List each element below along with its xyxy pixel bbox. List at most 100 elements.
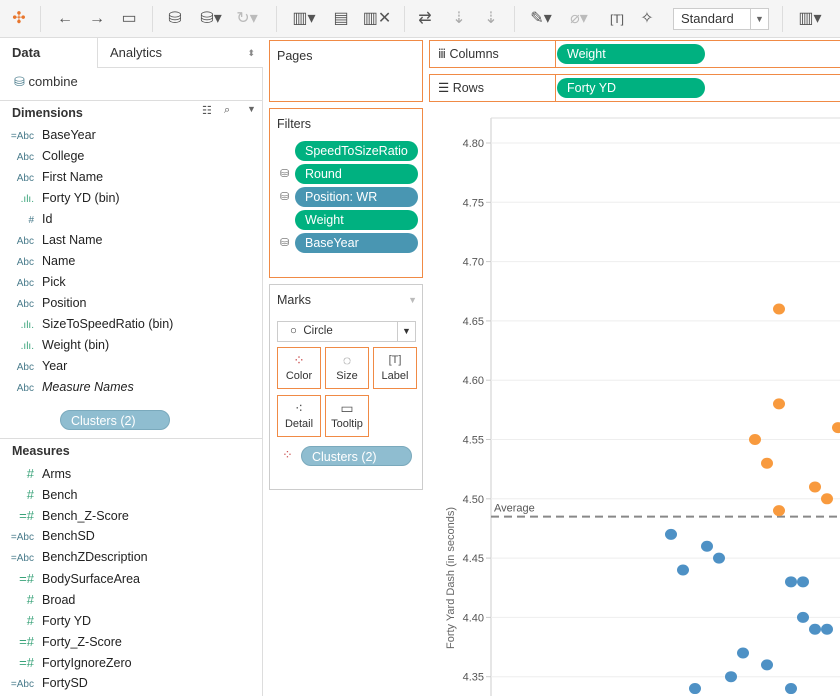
filter-pill[interactable]: Position: WR: [295, 187, 418, 207]
size-button[interactable]: ◌ Size: [325, 347, 369, 389]
tableau-logo-icon[interactable]: ✣: [8, 8, 30, 30]
data-point-cluster-1[interactable]: [677, 564, 689, 576]
highlight-icon[interactable]: ✎▾: [526, 8, 556, 30]
color-icon: ⁘: [293, 352, 305, 368]
dimension-field[interactable]: # Id: [0, 209, 52, 230]
filter-pill[interactable]: Round: [295, 164, 418, 184]
data-point-cluster-2[interactable]: [773, 303, 785, 315]
measure-field[interactable]: =# Forty_Z-Score: [0, 631, 122, 652]
pages-shelf[interactable]: Pages: [269, 40, 423, 102]
dimension-label: BaseYear: [42, 128, 96, 142]
list-view-icon[interactable]: ☷: [202, 104, 212, 117]
data-point-cluster-1[interactable]: [689, 683, 701, 695]
sort-descending-icon[interactable]: ⇣: [480, 8, 502, 30]
dimension-field[interactable]: Abc Name: [0, 251, 76, 272]
filters-shelf[interactable]: Filters SpeedToSizeRatio ⛁ Round ⛁ Position: …: [269, 108, 423, 278]
swap-icon[interactable]: ⇄: [414, 8, 436, 30]
data-point-cluster-1[interactable]: [725, 671, 737, 683]
tab-data[interactable]: Data: [0, 38, 97, 68]
measure-field[interactable]: =Abc FortySD: [0, 673, 88, 694]
dimension-field[interactable]: Abc Year: [0, 356, 68, 377]
data-point-cluster-1[interactable]: [797, 576, 809, 588]
duplicate-sheet-icon[interactable]: ▤: [330, 8, 352, 30]
tab-analytics[interactable]: Analytics ⬍: [97, 38, 263, 68]
save-icon[interactable]: ▭: [118, 8, 140, 30]
data-point-cluster-2[interactable]: [832, 422, 840, 434]
data-point-cluster-2[interactable]: [773, 505, 785, 517]
new-worksheet-icon[interactable]: ▥▾: [288, 8, 320, 30]
dimension-field[interactable]: Abc Position: [0, 293, 87, 314]
dimension-label: Position: [42, 296, 87, 310]
string-type-icon: =Abc: [10, 679, 34, 690]
dimension-field[interactable]: =Abc BaseYear: [0, 125, 96, 146]
datasource[interactable]: ⛁ combine: [14, 74, 78, 90]
data-point-cluster-1[interactable]: [785, 576, 797, 588]
dimension-field[interactable]: Abc College: [0, 146, 85, 167]
sort-ascending-icon[interactable]: ⇣: [448, 8, 470, 30]
new-datasource-icon[interactable]: ⛁: [164, 8, 186, 30]
label-button[interactable]: [T] Label: [373, 347, 417, 389]
dimension-field[interactable]: Abc Measure Names: [0, 377, 134, 398]
data-point-cluster-2[interactable]: [761, 457, 773, 469]
dimension-field[interactable]: Abc Pick: [0, 272, 66, 293]
menu-chevron-icon[interactable]: ▼: [247, 104, 256, 114]
labels-icon[interactable]: [T]: [606, 8, 628, 30]
columns-shelf[interactable]: ⅲ Columns Weight: [429, 40, 840, 68]
measure-field[interactable]: =# BodySurfaceArea: [0, 568, 140, 589]
redo-icon[interactable]: →: [86, 8, 108, 30]
data-point-cluster-2[interactable]: [773, 398, 785, 410]
data-point-cluster-1[interactable]: [713, 552, 725, 564]
pin-axes-icon[interactable]: ✧: [636, 8, 658, 30]
rows-forty-pill[interactable]: Forty YD: [557, 78, 705, 98]
data-point-cluster-1[interactable]: [797, 611, 809, 623]
undo-icon[interactable]: ←: [54, 8, 76, 30]
show-me-icon[interactable]: ▥▾: [794, 8, 826, 30]
datasource-filter-icon: ⛁: [280, 237, 290, 249]
dimensions-title: Dimensions: [12, 106, 83, 120]
group-icon[interactable]: ⌀▾: [564, 8, 594, 30]
refresh-icon[interactable]: ↻▾: [232, 8, 262, 30]
clear-sheet-icon[interactable]: ▥✕: [360, 8, 394, 30]
dimension-field[interactable]: Abc First Name: [0, 167, 103, 188]
dimension-field[interactable]: Abc Last Name: [0, 230, 103, 251]
mark-type-select[interactable]: ○ Circle ▼: [277, 321, 416, 342]
pause-updates-icon[interactable]: ⛁▾: [196, 8, 226, 30]
data-point-cluster-1[interactable]: [821, 623, 833, 635]
measure-field[interactable]: # Bench: [0, 484, 78, 505]
measure-field[interactable]: # Broad: [0, 589, 76, 610]
measure-field[interactable]: =# Bench_Z-Score: [0, 505, 129, 526]
detail-label: Detail: [284, 418, 314, 430]
measure-field[interactable]: # Forty YD: [0, 610, 91, 631]
filter-pill[interactable]: Weight: [295, 210, 418, 230]
tooltip-button[interactable]: ▭ Tooltip: [325, 395, 369, 437]
color-clusters-pill[interactable]: Clusters (2): [301, 446, 412, 466]
data-point-cluster-1[interactable]: [809, 623, 821, 635]
measure-field[interactable]: =Abc BenchSD: [0, 526, 95, 547]
dimension-field[interactable]: .ılı. SizeToSpeedRatio (bin): [0, 314, 174, 335]
measure-field[interactable]: # Arms: [0, 463, 71, 484]
data-point-cluster-2[interactable]: [809, 481, 821, 493]
data-point-cluster-2[interactable]: [821, 493, 833, 505]
dimension-field[interactable]: .ılı. Weight (bin): [0, 335, 110, 356]
data-point-cluster-1[interactable]: [761, 659, 773, 671]
measure-field[interactable]: =Abc BenchZDescription: [0, 547, 148, 568]
dimension-field[interactable]: .ılı. Forty YD (bin): [0, 188, 120, 209]
color-button[interactable]: ⁘ Color: [277, 347, 321, 389]
fit-select[interactable]: Standard ▼: [673, 8, 769, 30]
measures-title: Measures: [12, 444, 70, 458]
filter-pill[interactable]: SpeedToSizeRatio: [295, 141, 418, 161]
clusters-group-pill[interactable]: Clusters (2): [60, 410, 170, 430]
data-point-cluster-2[interactable]: [749, 434, 761, 445]
columns-weight-pill[interactable]: Weight: [557, 44, 705, 64]
data-point-cluster-1[interactable]: [665, 528, 677, 540]
data-point-cluster-1[interactable]: [701, 540, 713, 552]
data-point-cluster-1[interactable]: [785, 683, 797, 695]
detail-button[interactable]: ⁖ Detail: [277, 395, 321, 437]
search-icon[interactable]: ⌕: [224, 104, 230, 117]
tooltip-icon: ▭: [340, 400, 354, 416]
filter-pill[interactable]: BaseYear: [295, 233, 418, 253]
marks-menu-icon[interactable]: ▼: [408, 295, 417, 305]
rows-shelf[interactable]: ☰ Rows Forty YD: [429, 74, 840, 102]
data-point-cluster-1[interactable]: [737, 647, 749, 659]
measure-field[interactable]: =# FortyIgnoreZero: [0, 652, 131, 673]
